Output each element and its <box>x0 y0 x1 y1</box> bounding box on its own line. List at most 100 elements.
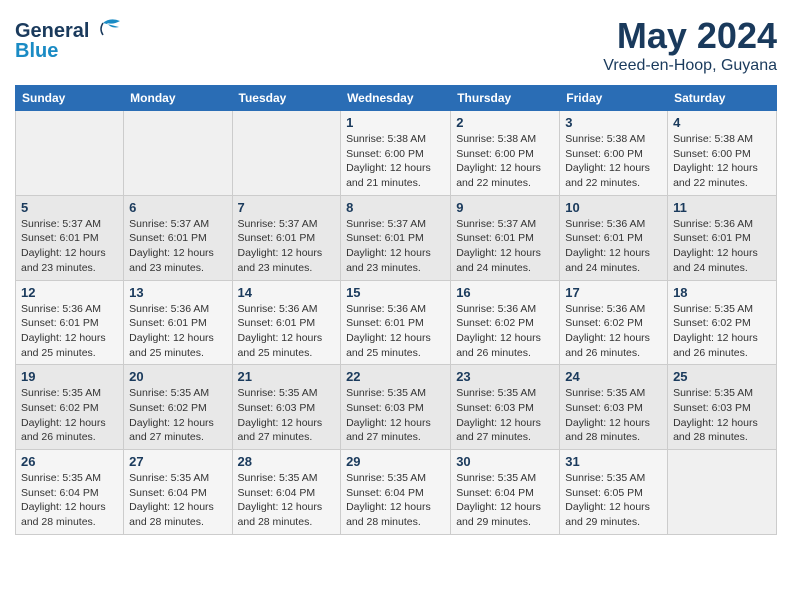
day-info: Sunrise: 5:37 AM Sunset: 6:01 PM Dayligh… <box>346 217 445 276</box>
day-number: 14 <box>238 285 336 300</box>
day-number: 9 <box>456 200 554 215</box>
calendar-cell: 25 Sunrise: 5:35 AM Sunset: 6:03 PM Dayli… <box>668 365 777 450</box>
day-number: 31 <box>565 454 662 469</box>
calendar-cell: 5Sunrise: 5:37 AM Sunset: 6:01 PM Daylig… <box>16 195 124 280</box>
calendar-cell: 27Sunrise: 5:35 AM Sunset: 6:04 PM Dayli… <box>124 450 232 535</box>
weekday-header-row: SundayMondayTuesdayWednesdayThursdayFrid… <box>16 86 777 111</box>
calendar-week-row: 12Sunrise: 5:36 AM Sunset: 6:01 PM Dayli… <box>16 280 777 365</box>
day-number: 3 <box>565 115 662 130</box>
day-number: 16 <box>456 285 554 300</box>
day-info: Sunrise: 5:35 AM Sunset: 6:03 PM Dayligh… <box>346 386 445 445</box>
day-info: Sunrise: 5:37 AM Sunset: 6:01 PM Dayligh… <box>129 217 226 276</box>
calendar-cell: 12Sunrise: 5:36 AM Sunset: 6:01 PM Dayli… <box>16 280 124 365</box>
calendar-week-row: 1Sunrise: 5:38 AM Sunset: 6:00 PM Daylig… <box>16 111 777 196</box>
day-info: Sunrise: 5:36 AM Sunset: 6:01 PM Dayligh… <box>673 217 771 276</box>
day-number: 11 <box>673 200 771 215</box>
day-info: Sunrise: 5:38 AM Sunset: 6:00 PM Dayligh… <box>565 132 662 191</box>
calendar-cell: 15 Sunrise: 5:36 AM Sunset: 6:01 PM Dayli… <box>341 280 451 365</box>
weekday-header-cell: Friday <box>560 86 668 111</box>
calendar-cell: 21 Sunrise: 5:35 AM Sunset: 6:03 PM Dayli… <box>232 365 341 450</box>
day-info: Sunrise: 5:35 AM Sunset: 6:02 PM Dayligh… <box>129 386 226 445</box>
calendar-cell: 14Sunrise: 5:36 AM Sunset: 6:01 PM Dayli… <box>232 280 341 365</box>
weekday-header-cell: Monday <box>124 86 232 111</box>
weekday-header-cell: Thursday <box>451 86 560 111</box>
calendar-table: SundayMondayTuesdayWednesdayThursdayFrid… <box>15 85 777 535</box>
day-number: 13 <box>129 285 226 300</box>
day-info: Sunrise: 5:35 AM Sunset: 6:02 PM Dayligh… <box>21 386 118 445</box>
day-number: 23 <box>456 369 554 384</box>
calendar-cell: 8 Sunrise: 5:37 AM Sunset: 6:01 PM Daylig… <box>341 195 451 280</box>
logo: General Blue <box>15 15 125 70</box>
calendar-cell: 6 Sunrise: 5:37 AM Sunset: 6:01 PM Daylig… <box>124 195 232 280</box>
day-number: 25 <box>673 369 771 384</box>
calendar-cell <box>124 111 232 196</box>
calendar-cell: 26 Sunrise: 5:35 AM Sunset: 6:04 PM Dayli… <box>16 450 124 535</box>
calendar-cell <box>668 450 777 535</box>
day-info: Sunrise: 5:35 AM Sunset: 6:03 PM Dayligh… <box>456 386 554 445</box>
svg-text:Blue: Blue <box>15 40 58 62</box>
calendar-cell <box>16 111 124 196</box>
day-number: 26 <box>21 454 118 469</box>
logo-text: General Blue <box>15 15 125 70</box>
calendar-cell: 18Sunrise: 5:35 AM Sunset: 6:02 PM Dayli… <box>668 280 777 365</box>
calendar-cell: 10Sunrise: 5:36 AM Sunset: 6:01 PM Dayli… <box>560 195 668 280</box>
day-info: Sunrise: 5:36 AM Sunset: 6:01 PM Dayligh… <box>21 302 118 361</box>
day-info: Sunrise: 5:36 AM Sunset: 6:02 PM Dayligh… <box>565 302 662 361</box>
calendar-cell: 20 Sunrise: 5:35 AM Sunset: 6:02 PM Dayli… <box>124 365 232 450</box>
calendar-week-row: 19 Sunrise: 5:35 AM Sunset: 6:02 PM Dayli… <box>16 365 777 450</box>
weekday-header-cell: Saturday <box>668 86 777 111</box>
page-header: General Blue May 2024 Vreed-en-Hoop, Guy… <box>15 15 777 75</box>
day-number: 6 <box>129 200 226 215</box>
day-info: Sunrise: 5:37 AM Sunset: 6:01 PM Dayligh… <box>21 217 118 276</box>
calendar-cell: 22 Sunrise: 5:35 AM Sunset: 6:03 PM Dayli… <box>341 365 451 450</box>
day-info: Sunrise: 5:35 AM Sunset: 6:04 PM Dayligh… <box>346 471 445 530</box>
day-info: Sunrise: 5:35 AM Sunset: 6:03 PM Dayligh… <box>238 386 336 445</box>
calendar-cell: 11 Sunrise: 5:36 AM Sunset: 6:01 PM Dayli… <box>668 195 777 280</box>
day-number: 24 <box>565 369 662 384</box>
day-info: Sunrise: 5:37 AM Sunset: 6:01 PM Dayligh… <box>238 217 336 276</box>
day-info: Sunrise: 5:35 AM Sunset: 6:04 PM Dayligh… <box>238 471 336 530</box>
day-info: Sunrise: 5:36 AM Sunset: 6:02 PM Dayligh… <box>456 302 554 361</box>
day-number: 15 <box>346 285 445 300</box>
day-info: Sunrise: 5:35 AM Sunset: 6:03 PM Dayligh… <box>565 386 662 445</box>
day-info: Sunrise: 5:38 AM Sunset: 6:00 PM Dayligh… <box>673 132 771 191</box>
calendar-cell: 7 Sunrise: 5:37 AM Sunset: 6:01 PM Daylig… <box>232 195 341 280</box>
calendar-cell: 2 Sunrise: 5:38 AM Sunset: 6:00 PM Daylig… <box>451 111 560 196</box>
day-number: 29 <box>346 454 445 469</box>
title-area: May 2024 Vreed-en-Hoop, Guyana <box>603 15 777 75</box>
weekday-header-cell: Tuesday <box>232 86 341 111</box>
day-info: Sunrise: 5:35 AM Sunset: 6:04 PM Dayligh… <box>456 471 554 530</box>
day-number: 2 <box>456 115 554 130</box>
calendar-cell: 1Sunrise: 5:38 AM Sunset: 6:00 PM Daylig… <box>341 111 451 196</box>
day-number: 8 <box>346 200 445 215</box>
day-number: 19 <box>21 369 118 384</box>
day-number: 20 <box>129 369 226 384</box>
day-info: Sunrise: 5:37 AM Sunset: 6:01 PM Dayligh… <box>456 217 554 276</box>
calendar-cell <box>232 111 341 196</box>
day-info: Sunrise: 5:35 AM Sunset: 6:03 PM Dayligh… <box>673 386 771 445</box>
location-subtitle: Vreed-en-Hoop, Guyana <box>603 57 777 75</box>
calendar-cell: 9 Sunrise: 5:37 AM Sunset: 6:01 PM Daylig… <box>451 195 560 280</box>
day-info: Sunrise: 5:35 AM Sunset: 6:04 PM Dayligh… <box>129 471 226 530</box>
day-number: 7 <box>238 200 336 215</box>
day-info: Sunrise: 5:36 AM Sunset: 6:01 PM Dayligh… <box>129 302 226 361</box>
day-number: 18 <box>673 285 771 300</box>
day-info: Sunrise: 5:35 AM Sunset: 6:04 PM Dayligh… <box>21 471 118 530</box>
calendar-cell: 16 Sunrise: 5:36 AM Sunset: 6:02 PM Dayli… <box>451 280 560 365</box>
day-number: 30 <box>456 454 554 469</box>
month-title: May 2024 <box>603 15 777 57</box>
day-info: Sunrise: 5:35 AM Sunset: 6:05 PM Dayligh… <box>565 471 662 530</box>
weekday-header-cell: Sunday <box>16 86 124 111</box>
calendar-cell: 4 Sunrise: 5:38 AM Sunset: 6:00 PM Daylig… <box>668 111 777 196</box>
day-info: Sunrise: 5:38 AM Sunset: 6:00 PM Dayligh… <box>456 132 554 191</box>
day-info: Sunrise: 5:38 AM Sunset: 6:00 PM Dayligh… <box>346 132 445 191</box>
day-number: 22 <box>346 369 445 384</box>
calendar-cell: 24 Sunrise: 5:35 AM Sunset: 6:03 PM Dayli… <box>560 365 668 450</box>
day-number: 17 <box>565 285 662 300</box>
calendar-cell: 28 Sunrise: 5:35 AM Sunset: 6:04 PM Dayli… <box>232 450 341 535</box>
day-info: Sunrise: 5:36 AM Sunset: 6:01 PM Dayligh… <box>346 302 445 361</box>
calendar-cell: 29 Sunrise: 5:35 AM Sunset: 6:04 PM Dayli… <box>341 450 451 535</box>
day-number: 4 <box>673 115 771 130</box>
day-number: 21 <box>238 369 336 384</box>
day-number: 28 <box>238 454 336 469</box>
